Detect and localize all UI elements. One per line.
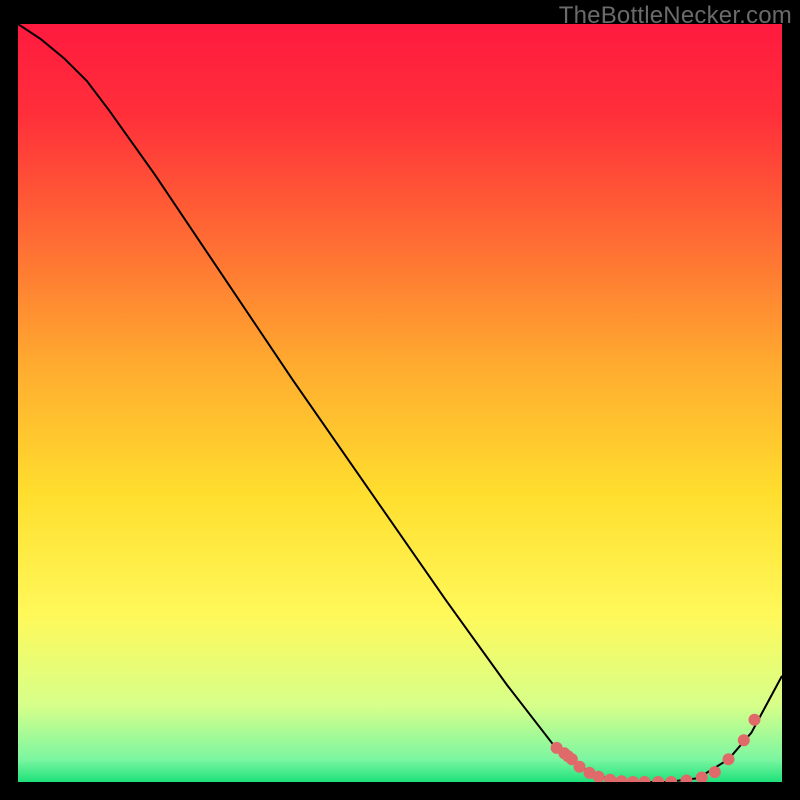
plot-area [18, 24, 782, 782]
cluster-dot [749, 714, 761, 726]
watermark-text: TheBottleNecker.com [559, 2, 792, 30]
cluster-dot [723, 753, 735, 765]
cluster-dot [738, 734, 750, 746]
gradient-background [18, 24, 782, 782]
chart-svg [18, 24, 782, 782]
cluster-dot [709, 766, 721, 778]
cluster-dot [574, 761, 586, 773]
chart-frame: TheBottleNecker.com [0, 0, 800, 800]
